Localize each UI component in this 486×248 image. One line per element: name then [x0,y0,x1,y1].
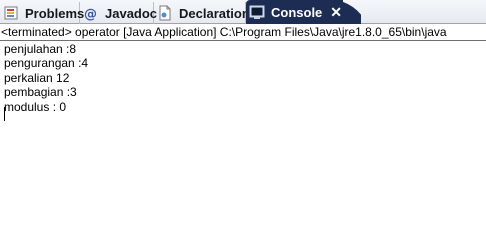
close-icon[interactable]: ✕ [330,5,342,19]
svg-text:@: @ [84,7,97,21]
console-status-line: <terminated> operator [Java Application]… [0,25,486,41]
tab-javadoc[interactable]: @ Javadoc [80,2,158,24]
problems-icon [3,5,19,21]
console-line: modulus : 0 [4,99,67,114]
text-caret [4,107,5,121]
view-tab-bar: Problems @ Javadoc Declaration Console ✕ [0,0,486,24]
tab-declaration[interactable]: Declaration [154,2,250,24]
console-line: perkalian 12 [4,70,70,85]
console-icon [249,4,265,20]
console-line: penjulahan :8 [4,42,77,56]
console-output-area[interactable]: penjulahan :8 pengurangan :4 perkalian 1… [0,42,486,248]
declaration-icon [157,5,173,21]
tab-console[interactable]: Console ✕ [246,0,343,24]
tab-problems[interactable]: Problems [0,2,84,24]
tab-label: Problems [25,5,85,21]
tab-label: Console [271,4,323,20]
console-line: pengurangan :4 [4,56,89,71]
tab-label: Declaration [179,5,250,21]
at-sign-icon: @ [83,5,99,22]
console-line: pembagian :3 [4,85,77,100]
tab-label: Javadoc [105,5,158,21]
